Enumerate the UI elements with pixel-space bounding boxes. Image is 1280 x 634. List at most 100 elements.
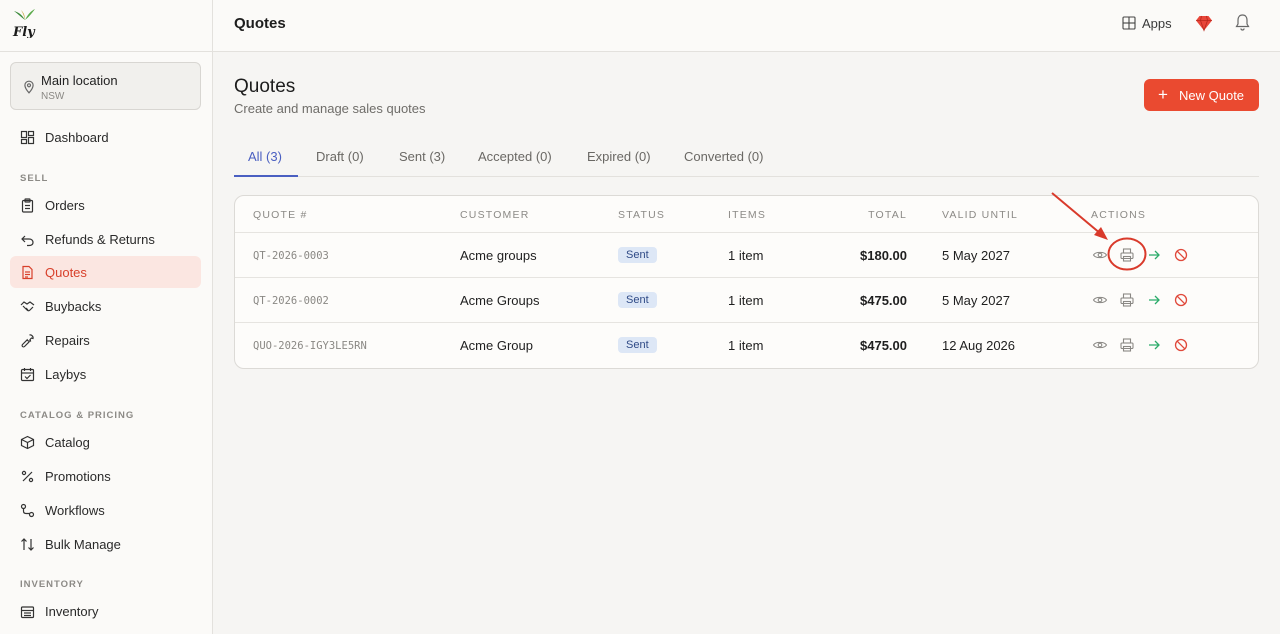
- table-row[interactable]: QT-2026-0003 Acme groups Sent 1 item $18…: [235, 233, 1258, 278]
- printer-icon[interactable]: [1119, 337, 1135, 353]
- percent-icon: [21, 470, 34, 483]
- sidebar-item-label: Bulk Manage: [45, 537, 121, 552]
- tab-label: Expired (0): [587, 149, 651, 164]
- tab-label: Converted (0): [684, 149, 764, 164]
- arrow-right-icon[interactable]: [1146, 292, 1162, 308]
- eye-icon[interactable]: [1092, 337, 1108, 353]
- new-quote-label: New Quote: [1179, 88, 1245, 103]
- sidebar-item-promotions[interactable]: Promotions: [10, 460, 201, 492]
- sidebar-item-label: Catalog: [45, 435, 90, 450]
- valid-until: 5 May 2027: [942, 248, 1010, 263]
- printer-icon[interactable]: [1119, 292, 1135, 308]
- sidebar-item-quotes[interactable]: Quotes: [10, 256, 201, 288]
- table-row[interactable]: QUO-2026-IGY3LE5RN Acme Group Sent 1 ite…: [235, 323, 1258, 368]
- quote-total: $180.00: [860, 248, 907, 263]
- sidebar-item-refunds[interactable]: Refunds & Returns: [10, 223, 201, 255]
- eye-icon[interactable]: [1092, 292, 1108, 308]
- warehouse-icon: [20, 606, 35, 619]
- status-badge: Sent: [618, 292, 657, 308]
- status-tabs: All (3) Draft (0) Sent (3) Accepted (0) …: [234, 140, 1259, 177]
- arrow-right-icon[interactable]: [1146, 247, 1162, 263]
- table-header: QUOTE # CUSTOMER STATUS ITEMS TOTAL VALI…: [235, 196, 1258, 233]
- ruby-gem-icon[interactable]: [1195, 14, 1213, 32]
- col-header-status: STATUS: [618, 209, 666, 221]
- arrow-right-icon[interactable]: [1146, 337, 1162, 353]
- valid-until: 5 May 2027: [942, 293, 1010, 308]
- tab-label: Accepted (0): [478, 149, 552, 164]
- quote-number[interactable]: QUO-2026-IGY3LE5RN: [253, 340, 367, 352]
- status-badge: Sent: [618, 247, 657, 263]
- page-subtitle: Create and manage sales quotes: [234, 101, 426, 116]
- plus-icon: +: [1158, 85, 1168, 104]
- svg-text:Fly: Fly: [12, 25, 36, 38]
- sidebar-item-laybys[interactable]: Laybys: [10, 358, 201, 390]
- col-header-total: TOTAL: [868, 209, 907, 221]
- sidebar-item-label: Dashboard: [45, 130, 109, 145]
- tab-converted[interactable]: Converted (0): [670, 140, 784, 177]
- wrench-icon: [21, 334, 34, 348]
- sidebar-item-orders[interactable]: Orders: [10, 189, 201, 221]
- sidebar-item-label: Refunds & Returns: [45, 232, 155, 247]
- col-header-quote: QUOTE #: [253, 209, 308, 221]
- table-row[interactable]: QT-2026-0002 Acme Groups Sent 1 item $47…: [235, 278, 1258, 323]
- valid-until: 12 Aug 2026: [942, 338, 1016, 353]
- sidebar-item-bulk-manage[interactable]: Bulk Manage: [10, 528, 201, 560]
- item-count: 1 item: [728, 248, 764, 263]
- sidebar-item-catalog[interactable]: Catalog: [10, 426, 201, 458]
- calendar-check-icon: [20, 368, 35, 382]
- customer-name: Acme Groups: [460, 293, 540, 308]
- section-label-inventory: INVENTORY: [20, 579, 84, 590]
- printer-icon[interactable]: [1119, 247, 1135, 263]
- sidebar-item-workflows[interactable]: Workflows: [10, 494, 201, 526]
- tab-expired[interactable]: Expired (0): [573, 140, 667, 177]
- topbar: Quotes Apps: [213, 0, 1280, 52]
- cancel-icon[interactable]: [1173, 292, 1189, 308]
- cancel-icon[interactable]: [1173, 247, 1189, 263]
- logo-area: Fly: [0, 0, 212, 52]
- sidebar-item-label: Promotions: [45, 469, 111, 484]
- item-count: 1 item: [728, 293, 764, 308]
- new-quote-button[interactable]: + New Quote: [1144, 79, 1259, 111]
- sidebar: Fly Main location NSW Dashboard SELL Ord…: [0, 0, 213, 634]
- page-title: Quotes: [234, 76, 296, 97]
- sidebar-item-label: Buybacks: [45, 299, 102, 314]
- quote-total: $475.00: [860, 293, 907, 308]
- tab-label: All (3): [248, 149, 282, 164]
- customer-name: Acme Group: [460, 338, 533, 353]
- fly-logo[interactable]: Fly: [12, 8, 38, 38]
- sidebar-item-dashboard[interactable]: Dashboard: [10, 121, 201, 153]
- location-region: NSW: [41, 91, 65, 102]
- dashboard-grid-icon: [20, 130, 35, 145]
- tab-label: Draft (0): [316, 149, 364, 164]
- tab-all[interactable]: All (3): [234, 140, 298, 177]
- tab-label: Sent (3): [399, 149, 446, 164]
- quote-number[interactable]: QT-2026-0002: [253, 295, 329, 307]
- quote-number[interactable]: QT-2026-0003: [253, 250, 329, 262]
- sidebar-item-inventory[interactable]: Inventory: [10, 595, 201, 627]
- tab-draft[interactable]: Draft (0): [302, 140, 382, 177]
- col-header-customer: CUSTOMER: [460, 209, 530, 221]
- col-header-items: ITEMS: [728, 209, 767, 221]
- status-badge: Sent: [618, 337, 657, 353]
- sidebar-item-buybacks[interactable]: Buybacks: [10, 290, 201, 322]
- workflow-icon: [20, 503, 35, 518]
- sidebar-item-label: Inventory: [45, 604, 99, 619]
- sort-arrows-icon: [21, 538, 34, 551]
- tab-accepted[interactable]: Accepted (0): [464, 140, 570, 177]
- cancel-icon[interactable]: [1173, 337, 1189, 353]
- sidebar-item-label: Orders: [45, 198, 85, 213]
- location-selector[interactable]: Main location NSW: [10, 62, 201, 110]
- package-icon: [20, 435, 35, 450]
- bell-icon[interactable]: [1234, 13, 1251, 32]
- undo-arrow-icon: [21, 235, 34, 247]
- document-icon: [22, 265, 33, 280]
- apps-grid-icon: [1122, 16, 1136, 30]
- quote-total: $475.00: [860, 338, 907, 353]
- sidebar-item-repairs[interactable]: Repairs: [10, 324, 201, 356]
- sidebar-item-label: Laybys: [45, 367, 87, 382]
- sidebar-item-label: Quotes: [45, 265, 87, 280]
- section-label-sell: SELL: [20, 173, 49, 184]
- tab-sent[interactable]: Sent (3): [385, 140, 461, 177]
- eye-icon[interactable]: [1092, 247, 1108, 263]
- handshake-icon: [20, 301, 35, 312]
